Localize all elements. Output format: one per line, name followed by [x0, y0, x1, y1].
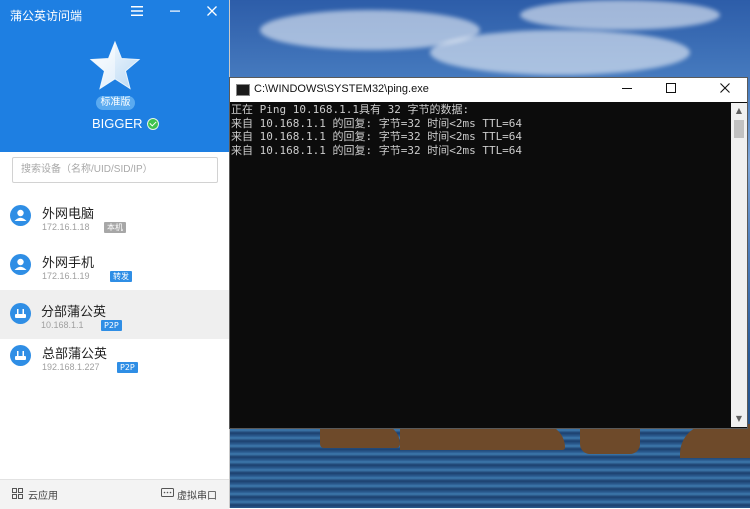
console-line: 来自 10.168.1.1 的回复: 字节=32 时间<2ms TTL=64 — [231, 143, 523, 157]
user-icon — [10, 205, 31, 226]
app-title: 蒲公英访问端 — [10, 9, 83, 23]
device-ip: 172.16.1.18 — [42, 222, 90, 232]
menu-icon[interactable] — [129, 5, 145, 21]
app-header: 蒲公英访问端 标准版 BIGGER — [0, 0, 229, 152]
device-name: 外网手机 — [42, 256, 95, 271]
scroll-down-icon[interactable]: ▼ — [731, 411, 747, 427]
console-titlebar: C:\WINDOWS\SYSTEM32\ping.exe — [230, 78, 747, 102]
device-tag: P2P — [117, 362, 138, 373]
virtual-serial-label: 虚拟串口 — [177, 491, 217, 502]
close-icon[interactable] — [204, 5, 220, 21]
device-list: 外网电脑 172.16.1.18 本机 外网手机 172.16.1.19 转发 … — [0, 192, 229, 388]
pgy-client-window: 蒲公英访问端 标准版 BIGGER 搜索设备（名称/UID/SID/IP） 外网… — [0, 0, 230, 509]
minimize-icon[interactable] — [167, 5, 183, 21]
device-ip: 192.168.1.227 — [42, 362, 100, 372]
ping-console-window: C:\WINDOWS\SYSTEM32\ping.exe 正在 Ping 10.… — [229, 77, 748, 429]
cloud-apps-label: 云应用 — [28, 491, 58, 502]
edition-badge: 标准版 — [96, 96, 135, 110]
maximize-button[interactable] — [649, 78, 693, 102]
grid-icon — [12, 487, 23, 502]
device-name: 外网电脑 — [42, 207, 95, 222]
device-item-外网电脑[interactable]: 外网电脑 172.16.1.18 本机 — [0, 192, 229, 241]
user-icon — [10, 254, 31, 275]
online-status-icon — [146, 117, 159, 130]
console-line: 来自 10.168.1.1 的回复: 字节=32 时间<2ms TTL=64 — [231, 116, 523, 130]
device-name: 总部蒲公英 — [42, 347, 108, 362]
vertical-scrollbar[interactable]: ▲ ▼ — [731, 103, 747, 427]
minimize-button[interactable] — [605, 78, 649, 102]
device-item-总部蒲公英[interactable]: 总部蒲公英 192.168.1.227 P2P — [0, 339, 229, 388]
cloud — [430, 30, 690, 75]
virtual-serial-button[interactable]: 虚拟串口 — [161, 487, 217, 502]
scroll-up-icon[interactable]: ▲ — [731, 103, 747, 119]
device-name: 分部蒲公英 — [41, 305, 107, 320]
router-icon — [10, 345, 31, 366]
serial-port-icon — [161, 487, 174, 502]
device-tag: 本机 — [104, 222, 126, 233]
console-title: C:\WINDOWS\SYSTEM32\ping.exe — [254, 83, 429, 95]
device-ip: 172.16.1.19 — [42, 271, 90, 281]
device-item-分部蒲公英[interactable]: 分部蒲公英 10.168.1.1 P2P — [0, 290, 229, 339]
cloud — [520, 0, 720, 30]
device-tag: 转发 — [110, 271, 132, 282]
username: BIGGER — [92, 116, 143, 131]
search-input[interactable] — [21, 158, 211, 180]
close-button[interactable] — [703, 78, 747, 102]
app-footer: 云应用 虚拟串口 — [0, 479, 229, 509]
console-line: 来自 10.168.1.1 的回复: 字节=32 时间<2ms TTL=64 — [231, 130, 523, 143]
cloud-apps-button[interactable]: 云应用 — [12, 487, 58, 502]
router-icon — [10, 303, 31, 324]
device-tag: P2P — [101, 320, 122, 331]
scroll-thumb[interactable] — [734, 120, 744, 138]
search-box[interactable] — [12, 157, 218, 183]
user-info: BIGGER — [92, 116, 159, 131]
console-app-icon — [236, 84, 250, 96]
console-line: 正在 Ping 10.168.1.1具有 32 字节的数据: — [231, 103, 470, 116]
console-output[interactable]: 正在 Ping 10.168.1.1具有 32 字节的数据: 来自 10.168… — [231, 103, 729, 425]
device-item-外网手机[interactable]: 外网手机 172.16.1.19 转发 — [0, 241, 229, 290]
device-ip: 10.168.1.1 — [41, 320, 84, 330]
star-badge-icon — [89, 40, 141, 92]
